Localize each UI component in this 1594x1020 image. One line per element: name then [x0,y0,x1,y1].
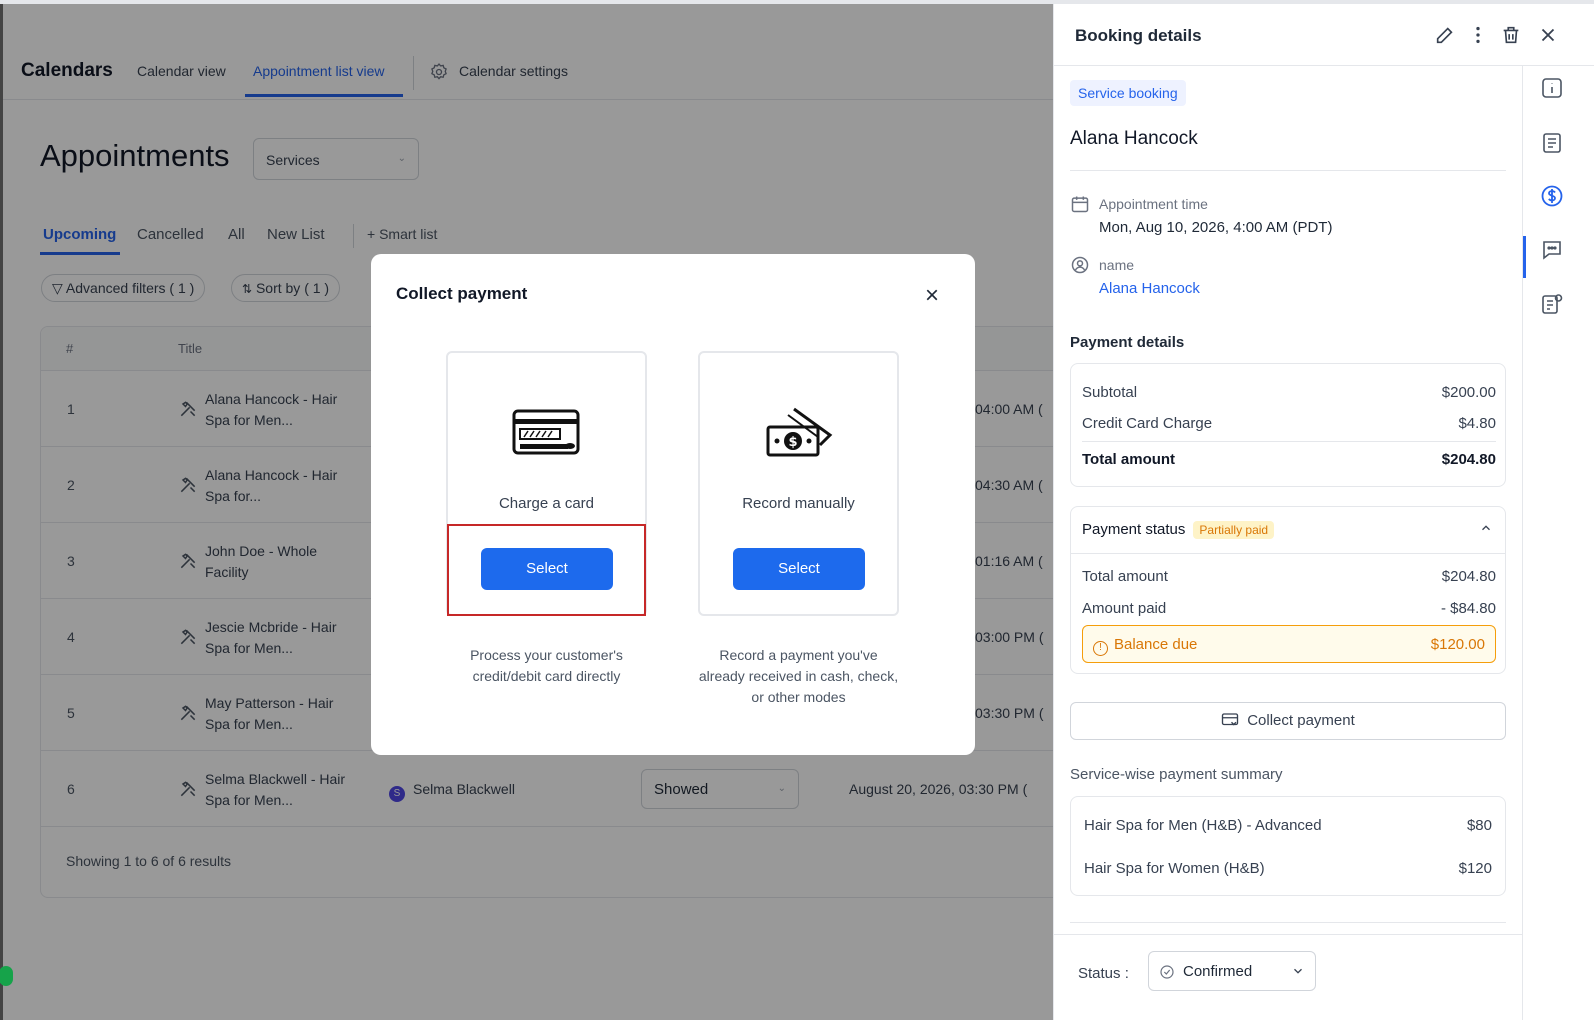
payment-status-title: Payment status [1082,521,1186,538]
calendar-icon [1071,196,1089,213]
info-icon[interactable] [1540,76,1564,100]
active-rail-indicator [1523,236,1526,278]
warning-icon: ! [1093,641,1108,656]
record-manually-select-button[interactable]: Select [733,548,865,590]
payment-status-card: Payment status Partially paid Total amoun… [1070,506,1506,674]
cash-icon: $ [766,407,833,457]
panel-header: Booking details [1054,4,1594,66]
divider [1071,553,1505,554]
divider [1070,170,1506,171]
service-name: Hair Spa for Men (H&B) - Advanced [1084,817,1322,834]
collect-payment-button[interactable]: Collect payment [1070,702,1506,740]
appointment-time-label: Appointment time [1099,196,1208,212]
divider [1082,441,1496,442]
service-summary-title: Service-wise payment summary [1070,766,1283,783]
total-amount-row: Total amount $204.80 [1082,451,1496,468]
dollar-circle-icon[interactable] [1540,184,1564,208]
amount-paid-label: Amount paid [1082,600,1167,617]
highlight-annotation-box [447,524,646,616]
booking-type-tag: Service booking [1070,80,1186,106]
client-name: Alana Hancock [1070,128,1198,149]
edit-icon[interactable] [1434,24,1456,46]
service-amount: $120 [1458,860,1492,877]
panel-footer: Status : Confirmed [1054,934,1522,1020]
amount-paid-value: - $84.80 [1440,600,1496,617]
total-amount-label: Total amount [1082,451,1176,468]
collect-payment-label: Collect payment [1247,712,1355,729]
partially-paid-badge: Partially paid [1193,521,1275,539]
user-circle-icon [1071,256,1089,274]
option-label: Charge a card [498,495,595,512]
balance-due-label: Balance due [1114,636,1198,653]
option-description: Record a payment you've already received… [698,647,899,705]
more-vertical-icon[interactable] [1467,24,1489,46]
amount-paid-row: Amount paid - $84.80 [1082,600,1496,617]
status-label: Status : [1078,965,1129,982]
check-circle-icon [1160,965,1174,979]
close-icon[interactable] [1537,24,1559,46]
name-label: name [1099,257,1135,273]
credit-card-charge-label: Credit Card Charge [1082,415,1213,432]
panel-title: Booking details [1075,26,1202,45]
trash-icon[interactable] [1500,24,1522,46]
payment-card-icon [1222,713,1239,726]
booking-status-select[interactable]: Confirmed [1148,951,1316,991]
balance-due-row: ! Balance due $120.00 [1082,625,1496,663]
booking-details-panel: Booking details Service booking Alana Ha… [1053,4,1594,1020]
contact-name-link[interactable]: Alana Hancock [1099,280,1200,297]
service-name: Hair Spa for Women (H&B) [1084,860,1265,877]
svg-text:$: $ [788,435,797,450]
document-icon[interactable] [1540,131,1564,155]
subtotal-row: Subtotal $200.00 [1082,384,1496,401]
status-total-row: Total amount $204.80 [1082,568,1496,585]
service-summary-card: Hair Spa for Men (H&B) - Advanced $80 Ha… [1070,796,1506,896]
status-total-label: Total amount [1082,568,1168,585]
appointment-time-value: Mon, Aug 10, 2026, 4:00 AM (PDT) [1099,219,1333,236]
chevron-up-icon[interactable] [1479,521,1493,535]
subtotal-value: $200.00 [1441,384,1496,401]
total-amount-value: $204.80 [1441,451,1496,468]
status-total-value: $204.80 [1441,568,1496,585]
subtotal-label: Subtotal [1082,384,1138,401]
credit-card-charge-row: Credit Card Charge $4.80 [1082,415,1496,432]
status-indicator-dot [0,966,13,986]
credit-card-charge-value: $4.80 [1458,415,1496,432]
service-amount: $80 [1466,817,1492,834]
record-manually-option[interactable]: $ Record manually Select [698,351,899,616]
payment-details-card: Subtotal $200.00 Credit Card Charge $4.8… [1070,363,1506,487]
service-summary-item: Hair Spa for Women (H&B) $120 [1084,860,1492,877]
chevron-down-icon [1294,968,1302,974]
chat-icon[interactable] [1540,238,1564,262]
payment-details-title: Payment details [1070,334,1185,351]
app-window: Calendars Calendar view Appointment list… [0,4,1594,1020]
panel-side-rail [1522,66,1594,1020]
service-summary-item: Hair Spa for Men (H&B) - Advanced $80 [1084,817,1492,834]
divider [1070,922,1506,923]
collect-payment-modal: Collect payment × Charge a card Select P… [371,254,975,755]
credit-card-icon [512,409,580,455]
close-icon[interactable]: × [921,284,943,308]
option-label: Record manually [742,495,855,512]
modal-title: Collect payment [396,284,528,303]
balance-due-value: $120.00 [1430,636,1485,653]
option-description: Process your customer's credit/debit car… [470,647,623,684]
booking-status-value: Confirmed [1183,963,1253,980]
payment-status-header[interactable]: Payment status Partially paid [1082,521,1496,539]
form-icon[interactable] [1540,292,1564,316]
